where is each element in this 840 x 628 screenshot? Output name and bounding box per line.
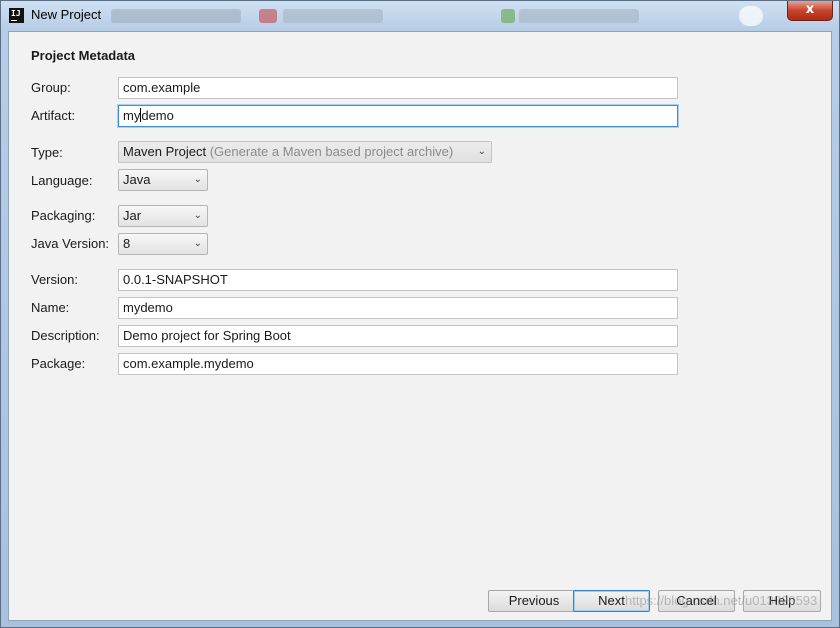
java-version-select[interactable]: 8 ⌄ [118, 233, 208, 255]
chevron-down-icon: ⌄ [193, 238, 202, 249]
java-version-label: Java Version: [31, 236, 110, 251]
chevron-down-icon: ⌄ [193, 174, 202, 185]
name-label: Name: [31, 300, 70, 315]
background-tab-blur [739, 6, 763, 26]
version-field[interactable]: 0.0.1-SNAPSHOT [118, 269, 678, 291]
section-title: Project Metadata [31, 48, 136, 63]
artifact-label: Artifact: [31, 108, 76, 123]
description-field[interactable]: Demo project for Spring Boot [118, 325, 678, 347]
artifact-value-after-caret: demo [141, 108, 174, 123]
type-value: Maven Project [123, 144, 207, 159]
help-button[interactable]: Help [743, 590, 821, 612]
package-field[interactable]: com.example.mydemo [118, 353, 678, 375]
language-label: Language: [31, 173, 93, 188]
cancel-button[interactable]: Cancel [658, 590, 735, 612]
background-tab-blur [501, 9, 515, 23]
description-label: Description: [31, 328, 100, 343]
background-tab-blur [259, 9, 277, 23]
previous-button[interactable]: Previous [488, 590, 580, 612]
package-label: Package: [31, 356, 86, 371]
dialog-content: Project Metadata Group: com.example Arti… [8, 31, 832, 621]
title-bar[interactable]: IJ New Project x [1, 1, 839, 31]
intellij-idea-icon: IJ [9, 8, 24, 23]
group-field[interactable]: com.example [118, 77, 678, 99]
window-title: New Project [31, 7, 102, 22]
chevron-down-icon: ⌄ [477, 146, 486, 157]
version-label: Version: [31, 272, 78, 287]
new-project-window: IJ New Project x Project Metadata Group:… [0, 0, 840, 628]
artifact-field[interactable]: mydemo [118, 105, 678, 127]
close-button[interactable]: x [787, 1, 833, 21]
group-label: Group: [31, 80, 71, 95]
artifact-value-before-caret: my [123, 108, 141, 123]
language-select[interactable]: Java ⌄ [118, 169, 208, 191]
next-button[interactable]: Next [573, 590, 650, 612]
background-tab-blur [111, 9, 241, 23]
type-select[interactable]: Maven Project (Generate a Maven based pr… [118, 141, 492, 163]
name-field[interactable]: mydemo [118, 297, 678, 319]
type-label: Type: [31, 145, 63, 160]
close-icon: x [805, 2, 815, 17]
type-hint: (Generate a Maven based project archive) [209, 144, 454, 159]
background-tab-blur [519, 9, 639, 23]
background-tab-blur [283, 9, 383, 23]
packaging-select[interactable]: Jar ⌄ [118, 205, 208, 227]
java-version-value: 8 [123, 236, 131, 251]
chevron-down-icon: ⌄ [193, 210, 202, 221]
packaging-value: Jar [123, 208, 142, 223]
packaging-label: Packaging: [31, 208, 96, 223]
language-value: Java [123, 172, 151, 187]
